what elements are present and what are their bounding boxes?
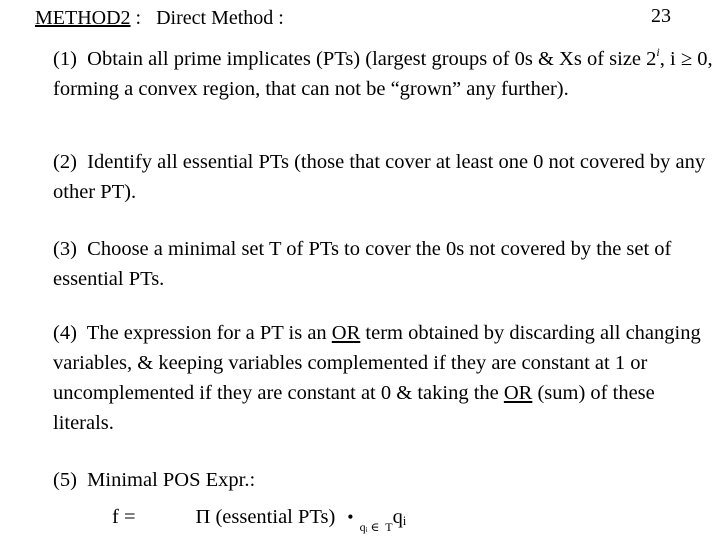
step-number: (4) (53, 322, 77, 344)
essential-pts: (essential PTs) (215, 506, 336, 528)
step-number: (5) (53, 469, 77, 491)
step-1: (1) Obtain all prime implicates (PTs) (l… (53, 44, 713, 104)
step-text: Identify all essential PTs (those that c… (53, 151, 706, 203)
bullet-icon: • (347, 507, 354, 527)
step-2: (2) Identify all essential PTs (those th… (53, 147, 713, 207)
slide-title: METHOD2 : Direct Method : (35, 6, 284, 30)
or-keyword: OR (331, 322, 361, 344)
or-keyword: OR (503, 382, 533, 404)
step-number: (3) (53, 238, 77, 260)
formula-lhs: f = (112, 506, 136, 528)
method-label: METHOD2 (35, 7, 131, 29)
step-3: (3) Choose a minimal set T of PTs to cov… (53, 234, 713, 294)
step-text: Obtain all prime implicates (PTs) (large… (87, 48, 657, 70)
method-title: Direct Method : (156, 7, 284, 29)
step-number: (1) (53, 48, 77, 70)
product-subscript: qᵢ ∈ T (359, 520, 393, 534)
step-text: The expression for a PT is an (86, 322, 332, 344)
pos-formula: f = Π (essential PTs) • qᵢ ∈ Tqᵢ (112, 502, 406, 534)
step-text: Choose a minimal set T of PTs to cover t… (53, 238, 672, 290)
step-4: (4) The expression for a PT is an OR ter… (53, 318, 713, 438)
title-separator: : (130, 7, 157, 29)
step-text: Minimal POS Expr.: (87, 469, 256, 491)
page-number: 23 (651, 5, 671, 27)
step-number: (2) (53, 151, 77, 173)
product-symbol: Π (195, 506, 211, 528)
step-5: (5) Minimal POS Expr.: (53, 465, 713, 495)
formula-term: qᵢ (392, 506, 407, 528)
